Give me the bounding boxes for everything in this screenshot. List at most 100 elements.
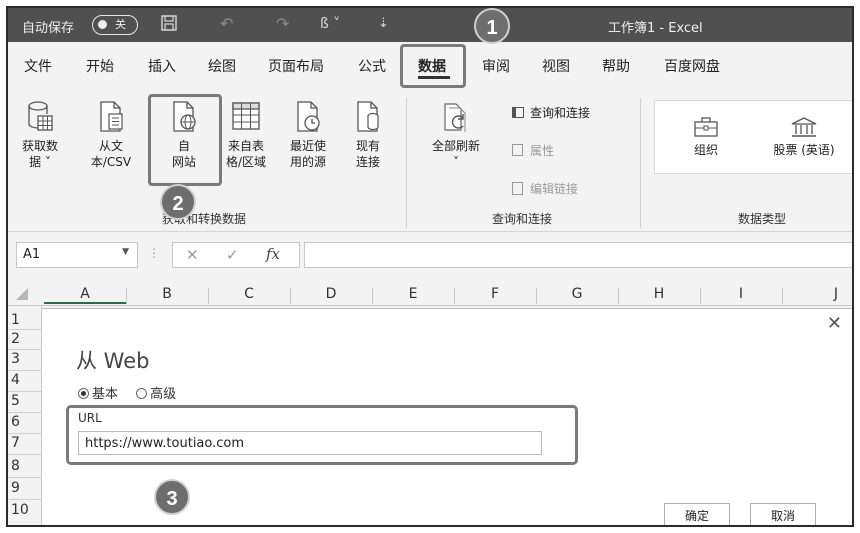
tab-formulas[interactable]: 公式 — [358, 56, 386, 76]
radio-selected-icon — [78, 388, 89, 399]
column-header-a[interactable]: A — [44, 286, 126, 304]
column-header-j[interactable]: J — [782, 286, 852, 302]
toggle-dot-icon — [98, 20, 107, 29]
touch-mode-icon[interactable]: ß ˅ — [320, 16, 340, 32]
recent-sources-button[interactable]: 最近使 用的源 — [280, 100, 336, 170]
refresh-all-caret: ˅ — [453, 155, 459, 169]
document-title: 工作簿1 - Excel — [608, 21, 703, 36]
tab-baidu-netdisk[interactable]: 百度网盘 — [664, 56, 720, 76]
recent-sources-label-2: 用的源 — [289, 155, 326, 169]
name-box[interactable]: A1 ▼ — [16, 242, 138, 268]
tab-review[interactable]: 审阅 — [482, 56, 510, 76]
refresh-all-button[interactable]: 全部刷新 ˅ — [424, 100, 488, 170]
get-data-label-2: 据 ˅ — [29, 155, 51, 169]
stocks-datatype-button[interactable]: 股票 (英语) — [762, 116, 846, 158]
properties-label: 属性 — [530, 144, 555, 158]
column-header-f[interactable]: F — [454, 286, 536, 302]
row-separator — [8, 370, 42, 371]
column-header-h[interactable]: H — [618, 286, 700, 302]
tab-insert[interactable]: 插入 — [148, 56, 176, 76]
row-header-7[interactable]: 7 — [8, 435, 42, 451]
refresh-icon — [444, 103, 466, 132]
undo-icon[interactable]: ↶ — [220, 14, 233, 33]
from-web-highlight — [148, 94, 222, 186]
organization-datatype-button[interactable]: 组织 — [676, 116, 736, 158]
from-web-dialog: ✕ 从 Web 基本 高级 URL https://www.toutiao.co… — [42, 308, 852, 525]
row-separator — [8, 329, 42, 330]
row-header-8[interactable]: 8 — [8, 458, 42, 474]
data-tab-highlight — [400, 44, 466, 88]
edit-links-label: 编辑链接 — [530, 182, 579, 196]
existing-connections-button[interactable]: 现有 连接 — [342, 100, 394, 170]
cancel-button[interactable]: 取消 — [750, 503, 816, 525]
row-separator — [8, 391, 42, 392]
tab-draw[interactable]: 绘图 — [208, 56, 236, 76]
save-icon[interactable] — [160, 14, 178, 36]
row-header-3[interactable]: 3 — [8, 351, 42, 367]
step-badge-1: 1 — [474, 8, 510, 44]
from-table-range-button[interactable]: 来自表 格/区域 — [216, 100, 276, 170]
tab-page-layout[interactable]: 页面布局 — [268, 56, 324, 76]
existing-connections-label-1: 现有 — [355, 139, 380, 153]
database-table-icon — [28, 101, 53, 131]
chevron-down-icon[interactable]: ▼ — [122, 247, 129, 257]
column-header-d[interactable]: D — [290, 286, 372, 302]
column-header-c[interactable]: C — [208, 286, 290, 302]
recent-sources-label-1: 最近使 — [289, 139, 326, 153]
ok-button[interactable]: 确定 — [664, 503, 730, 525]
from-table-label-1: 来自表 — [227, 139, 264, 153]
column-header-b[interactable]: B — [126, 286, 208, 302]
column-header-e[interactable]: E — [372, 286, 454, 302]
row-header-9[interactable]: 9 — [8, 480, 42, 496]
radio-basic[interactable]: 基本 — [78, 387, 118, 402]
redo-icon[interactable]: ↷ — [276, 14, 289, 33]
row-headers: 1 2 3 4 5 6 7 8 9 10 — [8, 306, 42, 525]
title-bar: 自动保存 关 ↶ ↷ ß ˅ ⇣ 工作簿1 - Excel — [8, 8, 852, 42]
column-header-g[interactable]: G — [536, 286, 618, 302]
properties-button[interactable]: 属性 — [512, 142, 554, 159]
row-separator — [8, 454, 42, 455]
tab-view[interactable]: 视图 — [542, 56, 570, 76]
radio-advanced[interactable]: 高级 — [136, 387, 176, 402]
dialog-title: 从 Web — [76, 349, 150, 373]
step-badge-2: 2 — [160, 184, 196, 220]
select-all-corner[interactable] — [16, 288, 28, 300]
get-data-button[interactable]: 获取数 据 ˅ — [14, 100, 66, 170]
tab-file[interactable]: 文件 — [24, 56, 52, 76]
close-icon[interactable]: ✕ — [827, 313, 842, 334]
from-table-label-2: 格/区域 — [225, 155, 267, 169]
autosave-label: 自动保存 — [22, 21, 75, 36]
ribbon-separator — [640, 98, 641, 228]
get-data-label-1: 获取数 — [21, 139, 58, 153]
autosave-toggle[interactable]: 关 — [92, 15, 138, 35]
row-header-4[interactable]: 4 — [8, 372, 42, 388]
column-headers: A B C D E F G H I J — [8, 282, 852, 306]
row-header-2[interactable]: 2 — [8, 331, 42, 347]
edit-links-button[interactable]: 编辑链接 — [512, 180, 578, 197]
tab-home[interactable]: 开始 — [86, 56, 114, 76]
formula-input[interactable] — [304, 242, 852, 268]
row-separator — [8, 477, 42, 478]
row-header-10[interactable]: 10 — [8, 502, 42, 518]
group-label-queries: 查询和连接 — [492, 212, 553, 226]
insert-function-icon[interactable]: fx — [266, 245, 280, 263]
from-text-csv-button[interactable]: 从文 本/CSV — [82, 100, 140, 170]
radio-advanced-label: 高级 — [150, 387, 177, 402]
row-header-1[interactable]: 1 — [8, 312, 42, 328]
cancel-icon[interactable]: ✕ — [186, 246, 199, 264]
clock-file-icon — [297, 101, 320, 132]
queries-panel-icon — [512, 107, 524, 118]
queries-connections-button[interactable]: 查询和连接 — [512, 104, 590, 121]
row-header-5[interactable]: 5 — [8, 393, 42, 409]
autosave-toggle-state: 关 — [115, 18, 126, 31]
column-header-i[interactable]: I — [700, 286, 782, 302]
row-separator — [8, 433, 42, 434]
formula-bar: A1 ▼ ⋮ ✕ ✓ fx — [8, 238, 852, 272]
edit-links-icon — [512, 182, 523, 195]
enter-icon[interactable]: ✓ — [226, 246, 239, 264]
row-header-6[interactable]: 6 — [8, 414, 42, 430]
customize-toolbar-icon[interactable]: ⇣ — [378, 16, 389, 31]
row-separator — [8, 499, 42, 500]
tab-help[interactable]: 帮助 — [602, 56, 630, 76]
ribbon: 获取数 据 ˅ 从文 本/CSV 自 网站 来自表 格/区域 最近使 用的源 现… — [8, 90, 852, 232]
